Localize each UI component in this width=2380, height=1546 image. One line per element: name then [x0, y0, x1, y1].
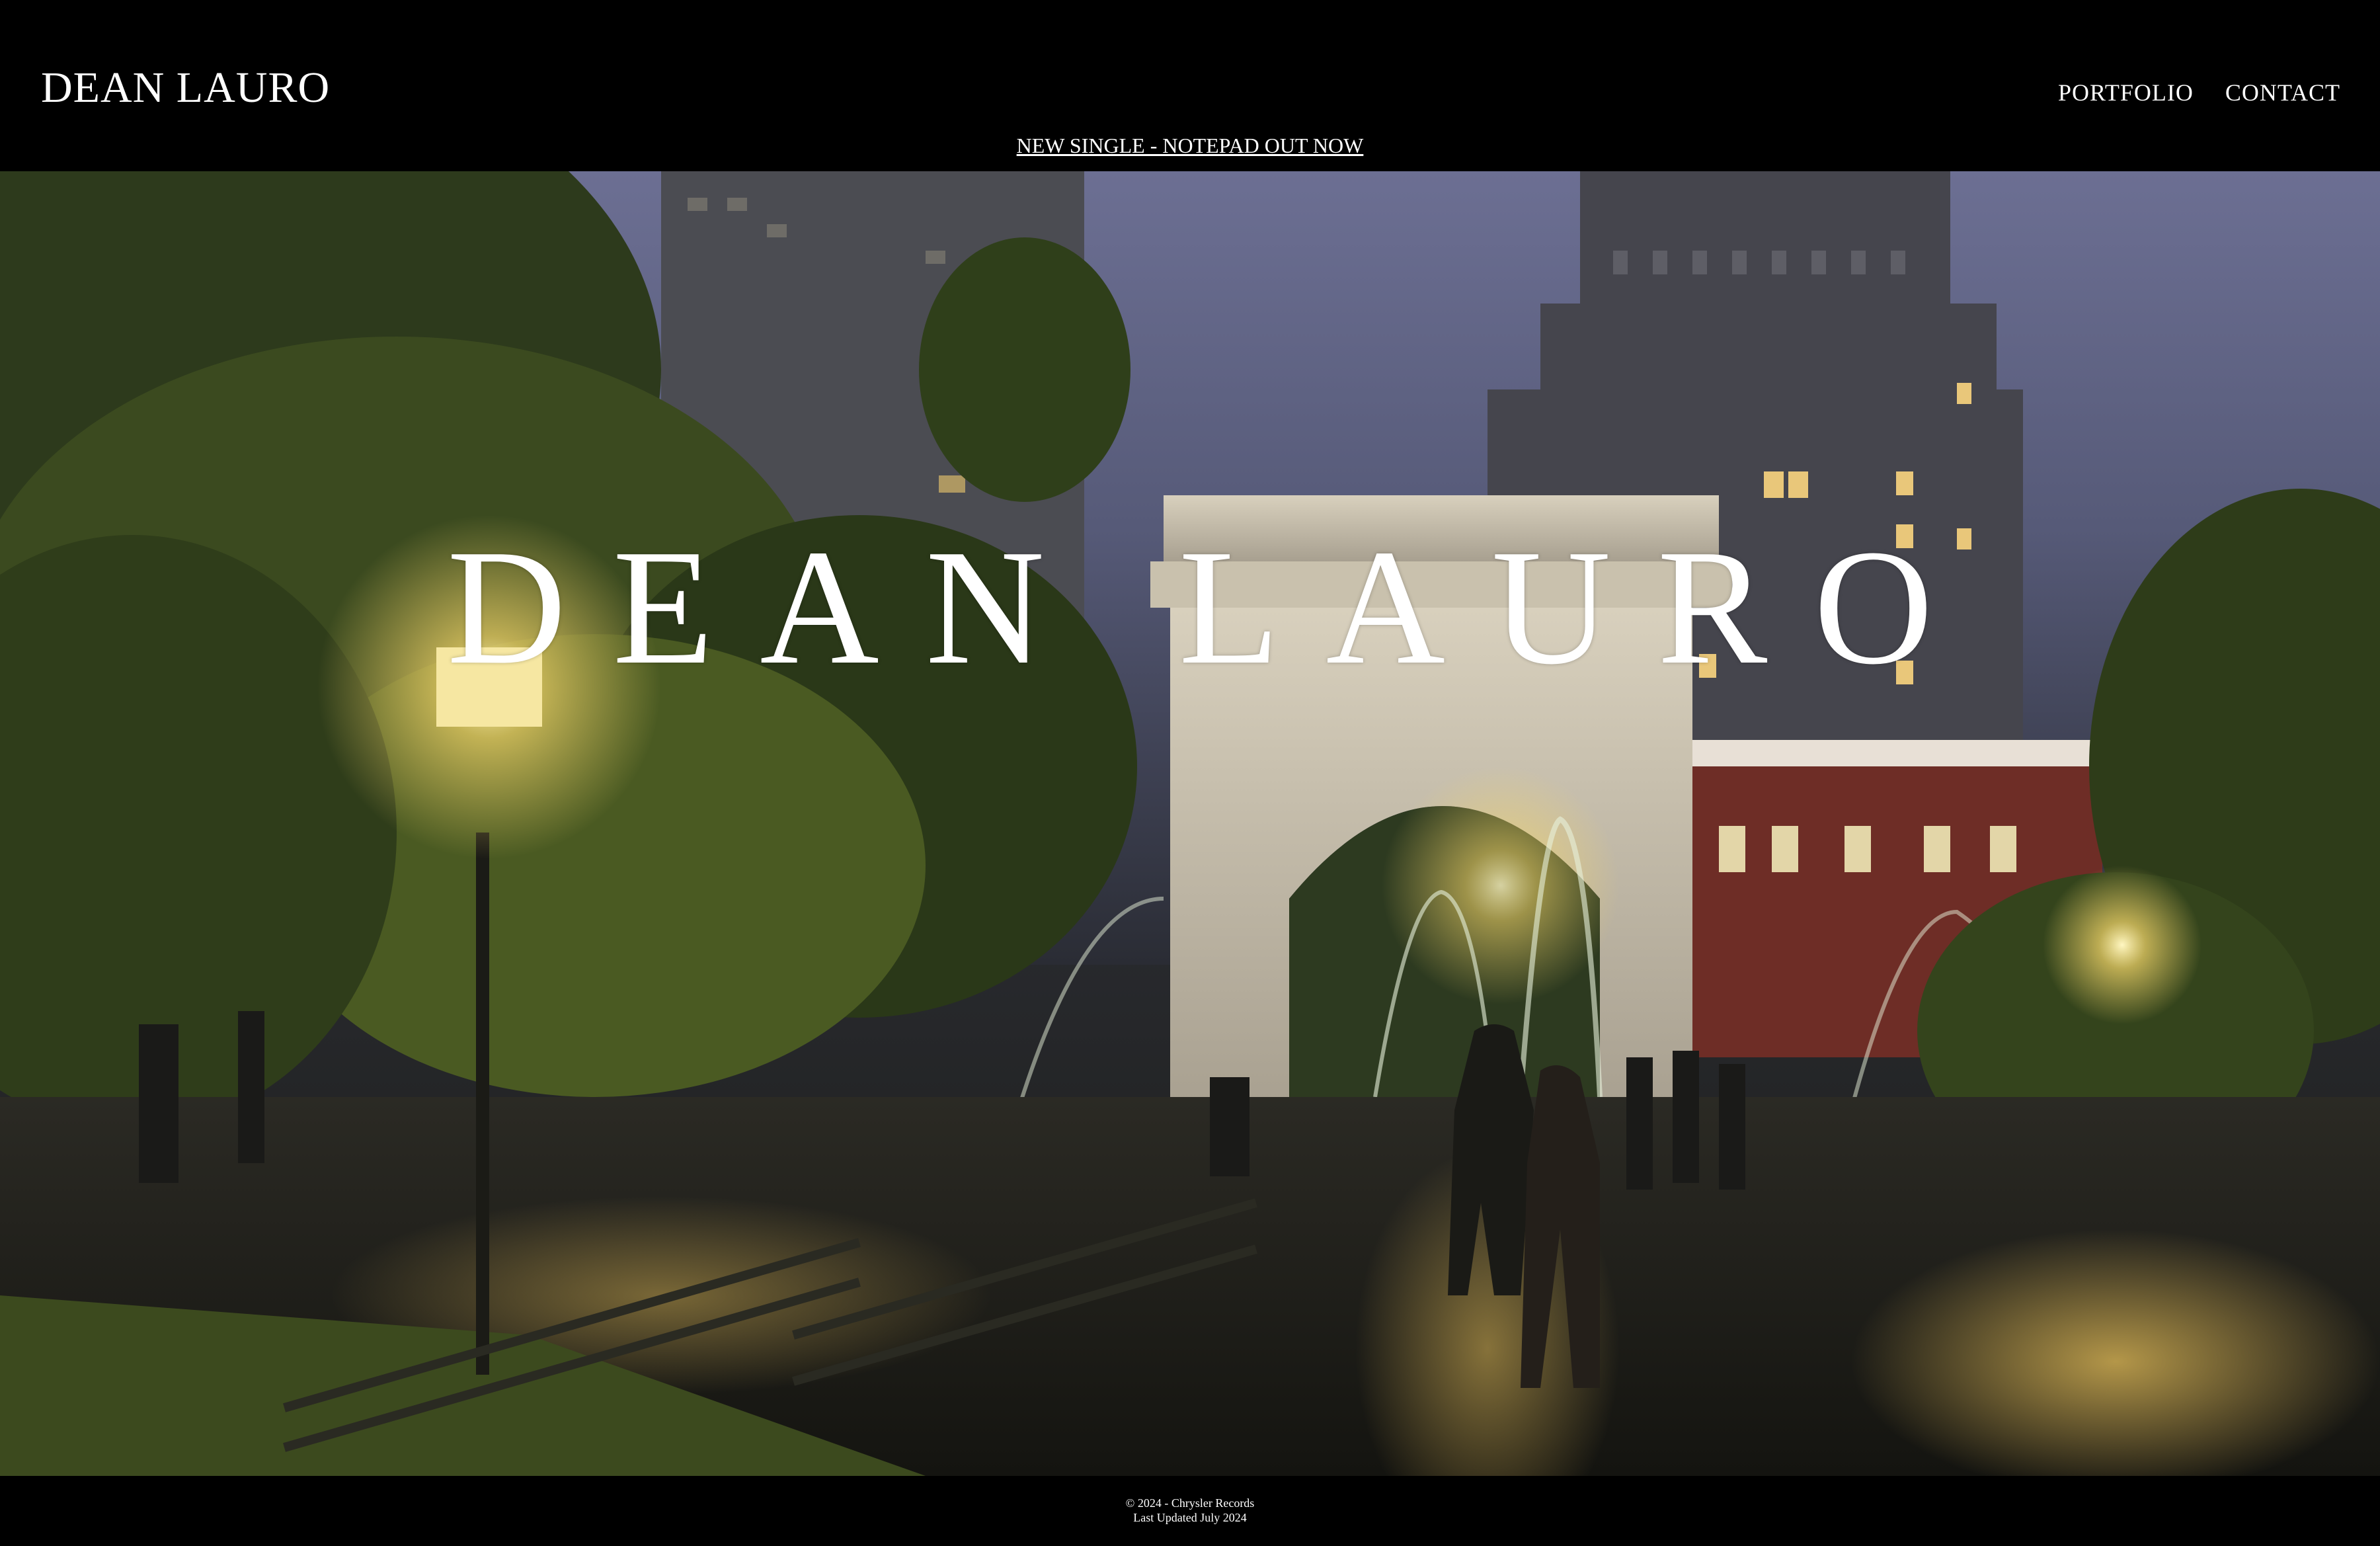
site-header: DEAN LAURO PORTFOLIO CONTACT NEW SINGLE …: [0, 0, 2380, 171]
announcement-link[interactable]: NEW SINGLE - NOTEPAD OUT NOW: [1017, 134, 1364, 157]
hero-background-image: [0, 171, 2380, 1476]
hero-title: DEAN LAURO: [447, 516, 1979, 699]
hero-section: DEAN LAURO: [0, 171, 2380, 1476]
nav-portfolio-link[interactable]: PORTFOLIO: [2058, 81, 2194, 104]
nav-contact-link[interactable]: CONTACT: [2225, 81, 2340, 104]
main-nav: PORTFOLIO CONTACT: [2058, 81, 2340, 104]
site-logo-link[interactable]: DEAN LAURO: [41, 66, 330, 110]
site-footer: © 2024 - Chrysler Records Last Updated J…: [0, 1476, 2380, 1546]
announcement-bar: NEW SINGLE - NOTEPAD OUT NOW: [0, 135, 2380, 156]
footer-copyright: © 2024 - Chrysler Records: [1125, 1496, 1255, 1510]
footer-last-updated: Last Updated July 2024: [1133, 1511, 1247, 1524]
